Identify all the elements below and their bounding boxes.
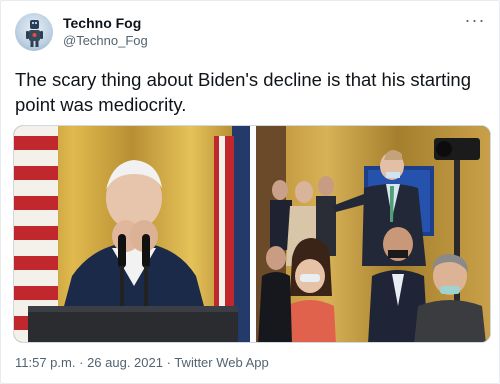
more-options-icon[interactable]: ··· <box>463 11 487 31</box>
meta-separator: · <box>79 355 84 370</box>
tweet-text: The scary thing about Biden's decline is… <box>15 69 472 115</box>
author-block: Techno Fog @Techno_Fog <box>63 15 148 50</box>
right-photo <box>256 126 490 342</box>
tweet-metadata: 11:57 p.m. · 26 aug. 2021 · Twitter Web … <box>15 355 269 370</box>
tweet-card: Techno Fog @Techno_Fog ··· The scary thi… <box>0 0 500 384</box>
tweet-media[interactable] <box>13 125 491 343</box>
left-photo <box>14 126 250 342</box>
meta-separator: · <box>166 355 171 370</box>
author-display-name[interactable]: Techno Fog <box>63 15 148 31</box>
tweet-source[interactable]: Twitter Web App <box>174 355 268 370</box>
robot-avatar-icon <box>26 20 43 47</box>
author-handle[interactable]: @Techno_Fog <box>63 32 148 50</box>
avatar[interactable] <box>15 13 53 51</box>
tweet-time[interactable]: 11:57 p.m. <box>15 355 75 370</box>
tweet-photo <box>14 126 490 342</box>
tweet-date[interactable]: 26 aug. 2021 <box>87 355 163 370</box>
